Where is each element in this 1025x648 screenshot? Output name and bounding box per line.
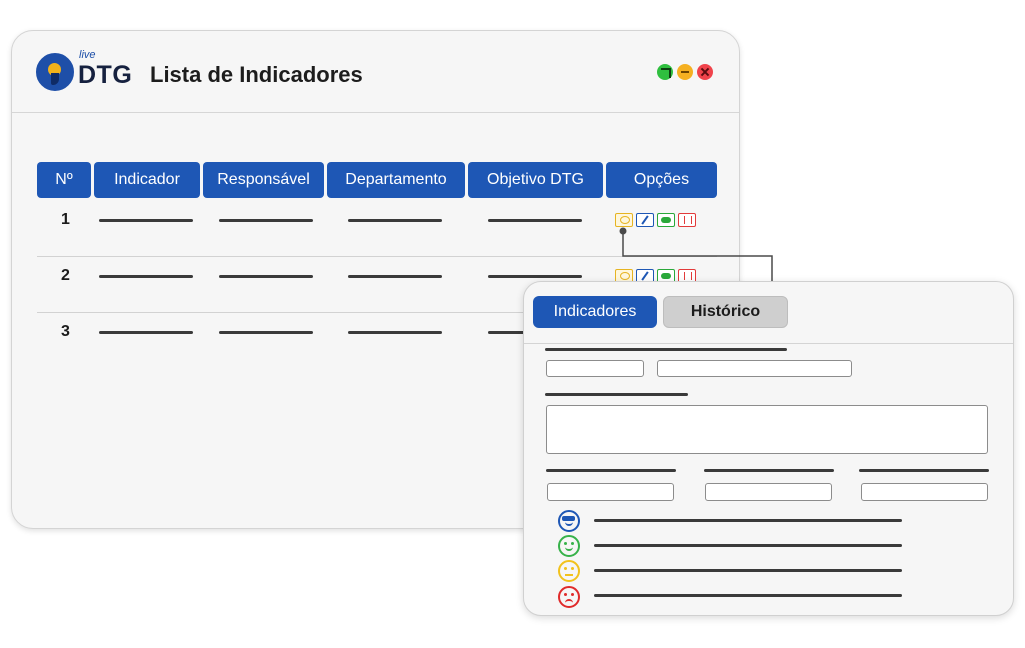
minimize-icon[interactable]: [677, 64, 693, 80]
sad-face-icon: [558, 586, 580, 608]
field-label-placeholder: [704, 469, 834, 472]
toggle-icon[interactable]: [657, 213, 675, 227]
field-label-placeholder: [859, 469, 989, 472]
column-header-department[interactable]: Departamento: [327, 162, 465, 198]
table-row[interactable]: 1: [37, 201, 717, 257]
field-input[interactable]: [546, 360, 644, 377]
field-label-placeholder: [546, 469, 676, 472]
maximize-icon[interactable]: [657, 64, 673, 80]
indicator-placeholder: [99, 331, 193, 334]
field-input[interactable]: [547, 483, 674, 501]
page-title: Lista de Indicadores: [150, 62, 363, 87]
indicator-placeholder: [99, 275, 193, 278]
field-input[interactable]: [705, 483, 832, 501]
column-header-responsible[interactable]: Responsável: [203, 162, 324, 198]
edit-icon[interactable]: [636, 213, 654, 227]
row-options: [615, 213, 696, 227]
row-number: 1: [61, 211, 70, 228]
responsible-placeholder: [219, 275, 313, 278]
close-icon[interactable]: [697, 64, 713, 80]
logo-mark-icon: [36, 53, 74, 91]
delete-icon[interactable]: [678, 213, 696, 227]
detail-tabs: Indicadores Histórico: [524, 282, 1013, 344]
happy-face-icon: [558, 535, 580, 557]
responsible-placeholder: [219, 219, 313, 222]
indicator-placeholder: [99, 219, 193, 222]
description-textarea[interactable]: [546, 405, 988, 454]
indicator-detail-window: Indicadores Histórico: [523, 281, 1014, 616]
neutral-face-icon: [558, 560, 580, 582]
objective-placeholder: [488, 219, 582, 222]
rating-label-placeholder: [594, 569, 902, 572]
live-dtg-logo: live DTG: [36, 49, 136, 95]
row-number: 3: [61, 323, 70, 340]
window-header: live DTG Lista de Indicadores: [12, 31, 739, 113]
rating-label-placeholder: [594, 544, 902, 547]
responsible-placeholder: [219, 331, 313, 334]
field-label-placeholder: [545, 393, 688, 396]
column-header-indicator[interactable]: Indicador: [94, 162, 200, 198]
cool-face-icon: [558, 510, 580, 532]
column-header-options[interactable]: Opções: [606, 162, 717, 198]
tab-historico[interactable]: Histórico: [663, 296, 788, 328]
logo-small-text: live: [79, 49, 96, 61]
field-label-placeholder: [545, 348, 787, 351]
department-placeholder: [348, 275, 442, 278]
department-placeholder: [348, 331, 442, 334]
field-input[interactable]: [861, 483, 988, 501]
column-header-number[interactable]: Nº: [37, 162, 91, 198]
window-controls: [657, 64, 713, 80]
view-icon[interactable]: [615, 213, 633, 227]
tab-indicadores[interactable]: Indicadores: [533, 296, 657, 328]
row-number: 2: [61, 267, 70, 284]
column-header-objective[interactable]: Objetivo DTG: [468, 162, 603, 198]
department-placeholder: [348, 219, 442, 222]
field-input[interactable]: [657, 360, 852, 377]
rating-label-placeholder: [594, 519, 902, 522]
rating-label-placeholder: [594, 594, 902, 597]
logo-text: DTG: [78, 61, 133, 89]
objective-placeholder: [488, 275, 582, 278]
